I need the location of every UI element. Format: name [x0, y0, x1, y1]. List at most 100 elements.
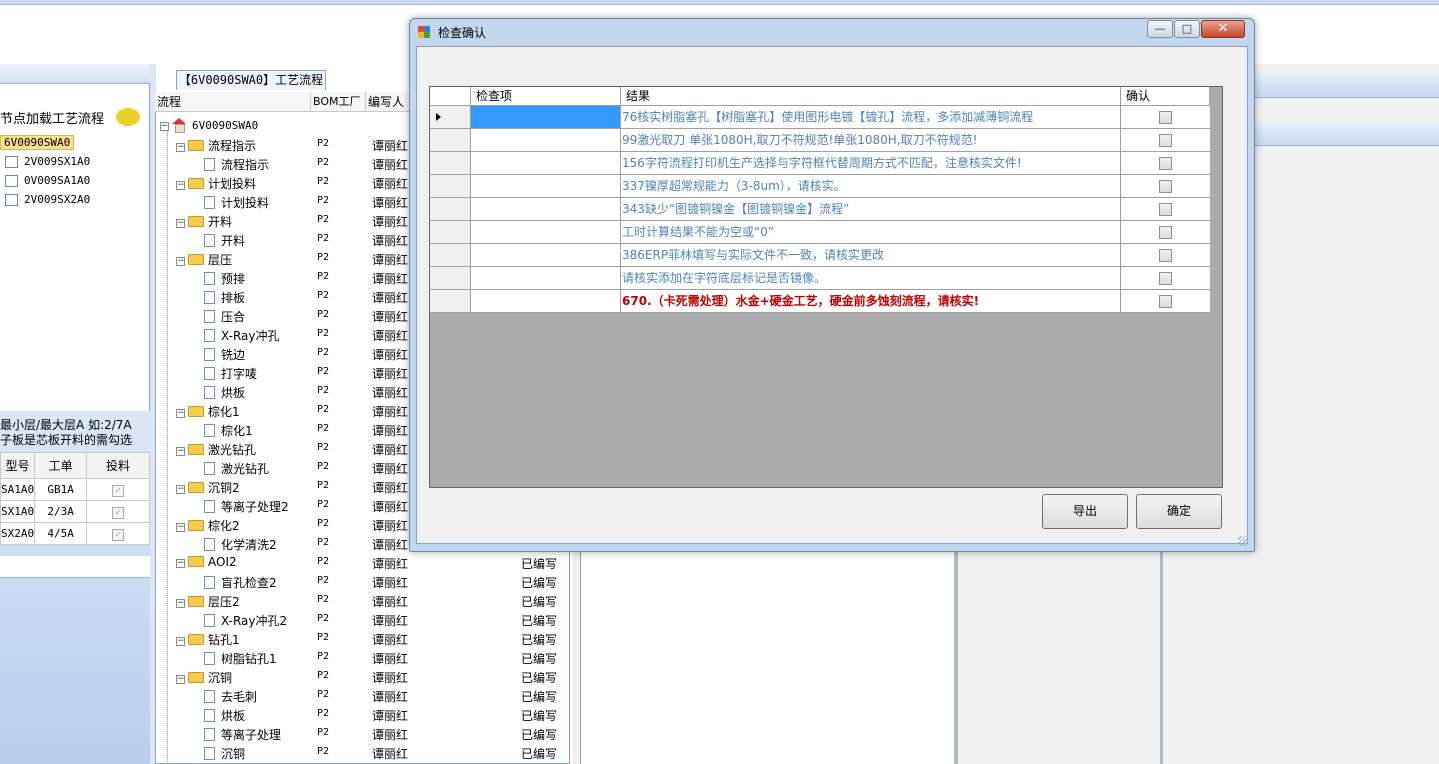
cell-check-item[interactable]: [471, 244, 621, 267]
confirm-checkbox[interactable]: [1159, 134, 1172, 147]
cell-result[interactable]: 99激光取刀 单张1080H,取刀不符规范!单张1080H,取刀不符规范!: [621, 129, 1121, 152]
collapse-icon[interactable]: −: [176, 523, 185, 532]
confirm-checkbox[interactable]: [1159, 226, 1172, 239]
confirm-checkbox[interactable]: [1159, 272, 1172, 285]
cell-model[interactable]: SX2A0: [0, 522, 36, 545]
collapse-icon[interactable]: −: [176, 559, 185, 568]
confirm-checkbox[interactable]: [1159, 180, 1172, 193]
confirm-checkbox[interactable]: [1159, 203, 1172, 216]
col-header-check-item[interactable]: 检查项: [471, 87, 621, 106]
collapse-icon[interactable]: −: [176, 257, 185, 266]
collapse-icon[interactable]: −: [176, 675, 185, 684]
cell-result[interactable]: 343缺少“图镀铜镍金【图镀铜镍金】流程”: [621, 198, 1121, 221]
row-header[interactable]: [430, 244, 471, 267]
tree-row[interactable]: 去毛刺 P2 谭丽红 已编写: [156, 686, 569, 705]
cell-check-item[interactable]: [471, 106, 621, 129]
table-row[interactable]: SX2A0 4/5A ✓: [0, 522, 150, 545]
checkmark-icon[interactable]: ✓: [112, 484, 125, 497]
cell-confirm[interactable]: [1121, 198, 1210, 221]
tree-row[interactable]: − 沉铜 P2 谭丽红 已编写: [156, 667, 569, 686]
row-header[interactable]: [430, 106, 471, 129]
cell-check-item[interactable]: [471, 221, 621, 244]
cell-check-item[interactable]: [471, 129, 621, 152]
node-checkbox[interactable]: [5, 175, 18, 187]
cell-feed[interactable]: ✓: [86, 478, 150, 501]
col-header-flow[interactable]: 流程: [155, 92, 311, 112]
cell-result[interactable]: 156字符流程打印机生产选择与字符框代替周期方式不匹配，注意核实文件!: [621, 152, 1121, 175]
cell-confirm[interactable]: [1121, 106, 1210, 129]
resize-grip-icon[interactable]: [1238, 536, 1248, 546]
tree-row[interactable]: − AOI2 P2 谭丽红 已编写: [156, 553, 569, 572]
export-button[interactable]: 导出: [1042, 494, 1128, 529]
tree-row[interactable]: − 钻孔1 P2 谭丽红 已编写: [156, 629, 569, 648]
cell-confirm[interactable]: [1121, 267, 1210, 290]
cell-check-item[interactable]: [471, 152, 621, 175]
ok-button[interactable]: 确定: [1136, 494, 1222, 529]
left-node[interactable]: 2V009SX2A0: [0, 193, 90, 211]
cell-confirm[interactable]: [1121, 152, 1210, 175]
confirm-checkbox[interactable]: [1159, 295, 1172, 308]
tree-row[interactable]: 盲孔检查2 P2 谭丽红 已编写: [156, 572, 569, 591]
col-header-order[interactable]: 工单: [34, 452, 88, 479]
row-header[interactable]: [430, 267, 471, 290]
cell-result[interactable]: 670.（卡死需处理）水金+硬金工艺，硬金前多蚀刻流程，请核实!: [621, 290, 1121, 313]
col-header-confirm[interactable]: 确认: [1121, 87, 1210, 106]
tree-row[interactable]: − 层压2 P2 谭丽红 已编写: [156, 591, 569, 610]
cell-model[interactable]: SX1A0: [0, 500, 36, 523]
confirm-checkbox[interactable]: [1159, 111, 1172, 124]
grid-row[interactable]: 工时计算结果不能为空或“0”: [430, 221, 1210, 244]
row-header[interactable]: [430, 198, 471, 221]
checkmark-icon[interactable]: ✓: [112, 506, 125, 519]
cell-order[interactable]: 2/3A: [34, 500, 88, 523]
cell-check-item[interactable]: [471, 198, 621, 221]
node-checkbox[interactable]: [5, 156, 18, 168]
collapse-icon[interactable]: −: [176, 143, 185, 152]
collapse-icon[interactable]: −: [160, 122, 169, 131]
grid-row[interactable]: 343缺少“图镀铜镍金【图镀铜镍金】流程”: [430, 198, 1210, 221]
grid-row[interactable]: 386ERP菲林填写与实际文件不一致，请核实更改: [430, 244, 1210, 267]
tab-process-flow[interactable]: 【6V0090SWA0】工艺流程: [176, 70, 326, 90]
collapse-icon[interactable]: −: [176, 181, 185, 190]
cell-feed[interactable]: ✓: [86, 500, 150, 523]
collapse-icon[interactable]: −: [176, 485, 185, 494]
cell-confirm[interactable]: [1121, 221, 1210, 244]
cell-check-item[interactable]: [471, 290, 621, 313]
col-header-bom[interactable]: BOM工厂: [311, 92, 366, 112]
cell-result[interactable]: 337镍厚超常规能力（3-8um），请核实。: [621, 175, 1121, 198]
collapse-icon[interactable]: −: [176, 447, 185, 456]
tree-row[interactable]: X-Ray冲孔2 P2 谭丽红 已编写: [156, 610, 569, 629]
row-header[interactable]: [430, 221, 471, 244]
cell-check-item[interactable]: [471, 175, 621, 198]
cell-order[interactable]: 4/5A: [34, 522, 88, 545]
cell-result[interactable]: 请核实添加在字符底层标记是否镜像。: [621, 267, 1121, 290]
cell-result[interactable]: 76核实树脂塞孔【树脂塞孔】使用图形电镀【镀孔】流程，多添加减薄铜流程: [621, 106, 1121, 129]
table-row[interactable]: SX1A0 2/3A ✓: [0, 500, 150, 523]
cell-order[interactable]: GB1A: [34, 478, 88, 501]
grid-row[interactable]: 99激光取刀 单张1080H,取刀不符规范!单张1080H,取刀不符规范!: [430, 129, 1210, 152]
grid-row[interactable]: 337镍厚超常规能力（3-8um），请核实。: [430, 175, 1210, 198]
minimize-button[interactable]: —: [1147, 20, 1173, 38]
checkmark-icon[interactable]: ✓: [112, 528, 125, 541]
cell-check-item[interactable]: [471, 267, 621, 290]
cell-confirm[interactable]: [1121, 175, 1210, 198]
row-header[interactable]: [430, 175, 471, 198]
row-header[interactable]: [430, 152, 471, 175]
col-header-feed[interactable]: 投料: [86, 452, 150, 479]
col-header-model[interactable]: 型号: [0, 452, 36, 479]
cell-confirm[interactable]: [1121, 244, 1210, 267]
left-node[interactable]: 2V009SX1A0: [0, 155, 90, 173]
grid-row[interactable]: 670.（卡死需处理）水金+硬金工艺，硬金前多蚀刻流程，请核实!: [430, 290, 1210, 313]
table-row[interactable]: SA1A0 GB1A ✓: [0, 478, 150, 501]
cell-confirm[interactable]: [1121, 290, 1210, 313]
cell-model[interactable]: SA1A0: [0, 478, 36, 501]
grid-row[interactable]: 请核实添加在字符底层标记是否镜像。: [430, 267, 1210, 290]
cell-feed[interactable]: ✓: [86, 522, 150, 545]
collapse-icon[interactable]: −: [176, 599, 185, 608]
cell-result[interactable]: 386ERP菲林填写与实际文件不一致，请核实更改: [621, 244, 1121, 267]
left-node[interactable]: 6V0090SWA0: [0, 135, 75, 154]
speech-bubble-icon[interactable]: [116, 108, 140, 127]
grid-row[interactable]: 156字符流程打印机生产选择与字符框代替周期方式不匹配，注意核实文件!: [430, 152, 1210, 175]
tree-row[interactable]: 等离子处理 P2 谭丽红 已编写: [156, 724, 569, 743]
col-header-result[interactable]: 结果: [621, 87, 1121, 106]
grid-row[interactable]: 76核实树脂塞孔【树脂塞孔】使用图形电镀【镀孔】流程，多添加减薄铜流程: [430, 106, 1210, 129]
